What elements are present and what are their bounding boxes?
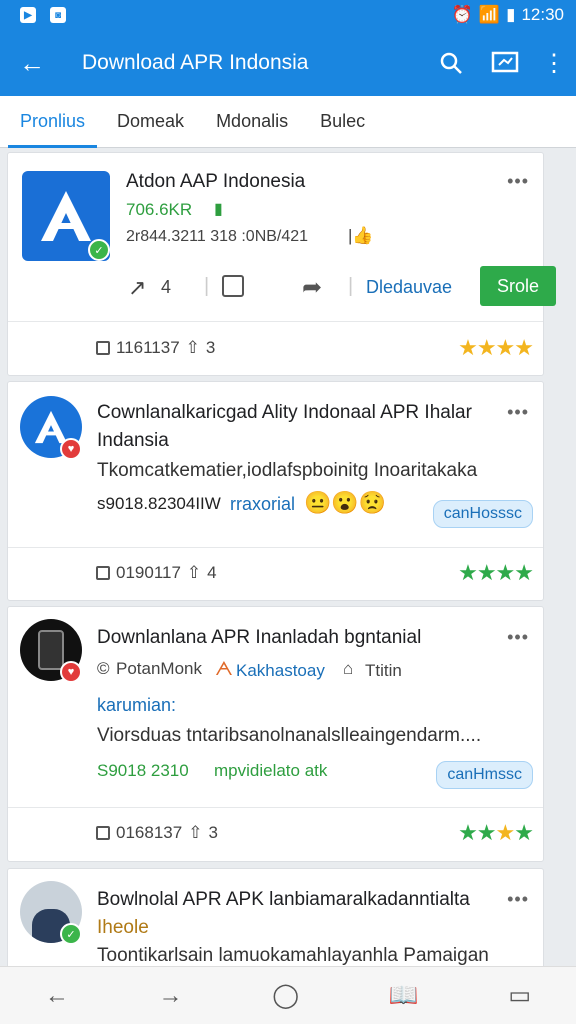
more-options-icon[interactable]: ••• [507,171,529,192]
notification-image-icon: ◙ [50,7,66,23]
app-title-cont: Indansia [97,430,169,451]
rating-stars: ★★★★ [458,335,534,360]
app-size: 706.6KR [126,200,193,219]
thumb-up-icon[interactable]: |👍 [348,226,374,246]
app-title: Atdon AAP Indonesia [126,171,306,192]
card-footer: 0168137 ⇧ 3 [96,823,218,843]
like-icon[interactable]: ⇧ [186,338,200,358]
app-card[interactable]: ✓ Atdon AAP Indonesia ••• 706.6KR ▮ 2r84… [7,152,556,376]
copyright-icon: © [97,659,110,678]
like-icon[interactable]: ⇧ [188,823,202,843]
alarm-icon: ⏰ [451,5,473,24]
forward-icon[interactable]: ➦ [302,273,322,302]
notification-play-icon: ▶ [20,7,36,23]
tab-domeak[interactable]: Domeak [105,96,196,148]
bookmark-icon[interactable] [222,275,244,297]
tab-mdonalis[interactable]: Mdonalis [204,96,300,148]
author-name: PotanMonk [116,659,202,678]
like-count: 4 [207,563,217,582]
footer-value: 0168137 [116,823,183,842]
category-link[interactable]: rraxorial [230,494,295,515]
store-icon: ⌂ [343,659,354,678]
rating-stars: ★★★★ [458,560,534,585]
footer-value: 1161137 [116,338,180,357]
tag-pill[interactable]: canHosssc [432,500,533,528]
nav-tabs-icon[interactable]: ▭ [508,981,531,1010]
battery-small-icon: ▮ [214,201,223,218]
app-title: Downlanlana APR Inanladah bgntanial [97,627,422,648]
category-icon: ᗅ [215,659,233,680]
subtitle: karumian: [97,695,177,715]
search-icon[interactable] [424,30,478,96]
footer-value: 0190117 [116,563,181,582]
page-title: Download APR Indonsia [82,51,309,74]
category-tag[interactable]: Kakhastoay [236,661,325,681]
verified-badge-icon: ✓ [60,923,82,945]
app-meta-secondary: mpvidielato atk [214,761,328,780]
tab-bulec[interactable]: Bulec [308,96,377,148]
alert-badge-icon: ♥ [60,661,82,683]
separator: | [348,275,354,297]
comment-icon[interactable] [96,341,110,355]
app-meta: s9018.82304IIW [97,494,221,513]
extra-label: Ttitin [365,661,402,680]
more-options-icon[interactable]: ••• [507,402,529,423]
alert-badge-icon: ♥ [60,438,82,460]
back-arrow-icon[interactable]: ← [0,30,64,96]
app-card[interactable]: ♥ Cownlanalkaricgad Ality Indonaal APR I… [7,381,544,601]
battery-icon: ▮ [506,5,516,24]
app-meta: S9018 2310 [97,761,189,780]
app-meta: 2r844.3211 318 :0NB/421 [126,228,309,245]
comment-icon[interactable] [96,566,110,580]
share-count: 4 [161,277,172,297]
share-icon[interactable]: ↗ [128,275,146,301]
tab-pronlius[interactable]: Pronlius [8,96,98,148]
details-link[interactable]: Dledauvae [366,277,452,298]
nav-home-icon[interactable]: ◯ [272,981,299,1010]
divider [8,321,543,322]
emoji-reactions-icon: 😐😮😟 [304,490,387,515]
bottom-nav-bar: ← → ◯ 📖 ▭ [0,966,576,1024]
app-title: Cownlanalkaricgad Ality Indonaal APR Iha… [97,402,472,423]
nav-back-icon[interactable]: ← [45,982,69,1010]
rating-stars: ★★★★ [458,820,534,845]
status-time: 12:30 [521,5,564,24]
subtitle: Iheole [97,917,149,938]
like-count: 3 [208,823,218,842]
separator: | [204,275,210,297]
divider [8,807,543,808]
more-options-icon[interactable]: ••• [507,627,529,648]
app-card[interactable]: ✓ Bowlnolal APR APK lanbiamaralkadanntia… [7,868,544,978]
wifi-icon: 📶 [478,5,501,24]
app-title: Bowlnolal APR APK lanbiamaralkadanntialt… [97,889,470,910]
overflow-menu-icon[interactable]: ⋮ [532,30,576,96]
status-bar: ▶ ◙ ⏰ 📶 ▮ 12:30 [0,0,576,30]
nav-forward-icon[interactable]: → [159,982,183,1010]
like-count: 3 [205,338,216,357]
app-bar: ← Download APR Indonsia ⋮ [0,30,576,96]
app-card[interactable]: ♥ Downlanlana APR Inanladah bgntanial ••… [7,606,544,862]
app-description: Tkomcatkematier,iodlafspboinitg Inoarita… [97,460,478,481]
card-footer: 1161137 ⇧ 3 [96,338,215,358]
tag-pill[interactable]: canHmssc [436,761,533,789]
verified-badge-icon: ✓ [88,239,110,261]
more-options-icon[interactable]: ••• [507,889,529,910]
divider [8,547,543,548]
app-description: Toontikarlsain lamuokamahlayanhla Pamaig… [97,945,489,966]
nav-book-icon[interactable]: 📖 [389,981,419,1010]
tab-bar: Pronlius Domeak Mdonalis Bulec [0,96,576,148]
install-button[interactable]: Srole [480,266,556,306]
like-icon[interactable]: ⇧ [187,563,201,583]
cast-icon[interactable] [478,30,532,96]
card-footer: 0190117 ⇧ 4 [96,563,217,583]
app-description: Viorsduas tntaribsanolnanalslleaingendar… [97,725,482,746]
comment-icon[interactable] [96,826,110,840]
